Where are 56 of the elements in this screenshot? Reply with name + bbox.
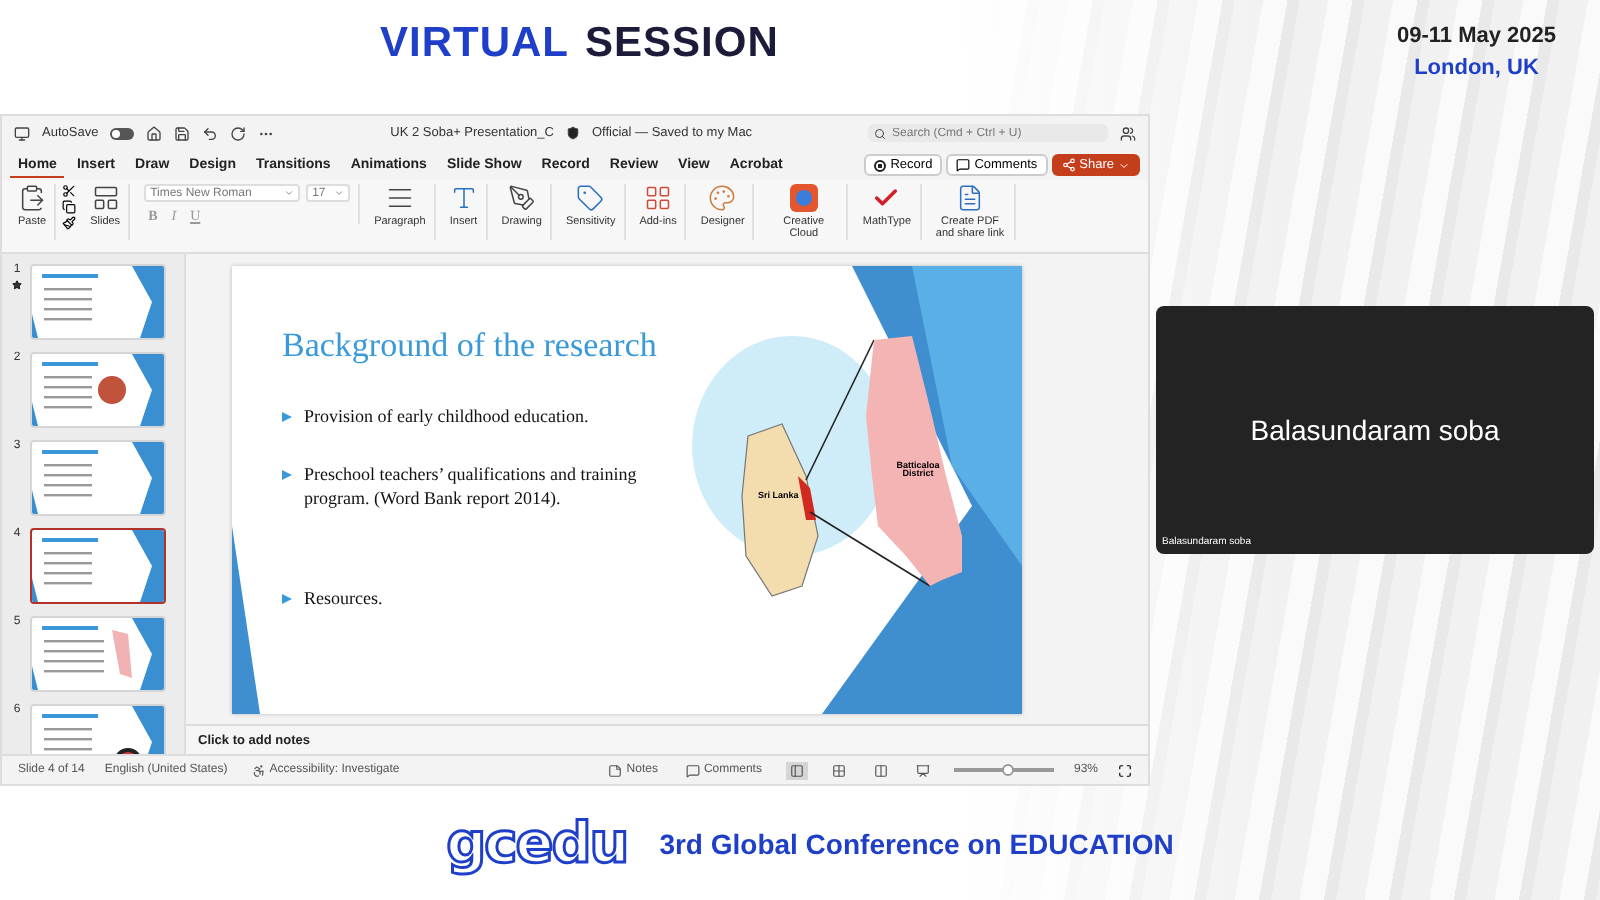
bullet-text: Preschool teachers’ qualifications and training program. (Word Bank report 2014). bbox=[304, 464, 639, 512]
session-title: VIRTUAL bbox=[380, 20, 569, 68]
comment-icon bbox=[956, 158, 971, 172]
slide-thumbnail-drawing bbox=[32, 442, 164, 514]
people-icon[interactable] bbox=[1120, 125, 1137, 141]
text-box-icon bbox=[449, 184, 478, 212]
fullscreen-icon[interactable] bbox=[1118, 763, 1132, 777]
bullet-icon bbox=[282, 593, 292, 604]
undo-icon[interactable] bbox=[202, 125, 219, 141]
format-painter-icon[interactable] bbox=[62, 216, 77, 230]
share-icon bbox=[1061, 158, 1076, 172]
logo-text: gcedu bbox=[446, 810, 628, 876]
shield-icon bbox=[565, 126, 580, 140]
home-icon[interactable] bbox=[146, 125, 163, 141]
save-icon[interactable] bbox=[174, 125, 191, 141]
caret-icon bbox=[334, 188, 345, 198]
caret-icon bbox=[284, 188, 295, 198]
autosave-toggle[interactable] bbox=[110, 127, 135, 139]
pen-icon bbox=[507, 184, 536, 212]
palette-icon bbox=[708, 184, 737, 212]
copy-icon[interactable] bbox=[62, 200, 77, 214]
slide-thumbnail-drawing bbox=[32, 354, 164, 426]
creative-cloud-icon bbox=[789, 184, 818, 212]
cut-icon[interactable] bbox=[62, 184, 77, 198]
slide-thumbnail[interactable] bbox=[30, 528, 166, 604]
slide-thumbnail-drawing bbox=[32, 530, 164, 602]
star-icon bbox=[12, 280, 22, 290]
session-title: SESSION bbox=[585, 20, 779, 68]
bullet-text: Resources. bbox=[304, 587, 383, 611]
reading-view-button[interactable] bbox=[869, 761, 892, 779]
slide-thumbnail-drawing bbox=[32, 618, 164, 690]
participant-name: Balasundaram soba bbox=[1250, 414, 1500, 446]
conference-name: 3rd Global Conference on EDUCATION bbox=[659, 827, 1174, 859]
check-icon bbox=[872, 184, 901, 212]
slide-thumbnail-drawing bbox=[32, 266, 164, 338]
bullet-text: Provision of early childhood education. bbox=[304, 405, 589, 429]
slideshow-button[interactable] bbox=[911, 761, 934, 779]
grid-view-button[interactable] bbox=[827, 761, 850, 779]
note-icon bbox=[608, 763, 623, 777]
slide-title: Background of the research bbox=[282, 325, 659, 365]
redo-icon[interactable] bbox=[230, 125, 247, 141]
paste-icon bbox=[18, 184, 47, 212]
accessibility-icon bbox=[251, 763, 266, 777]
event-location: London, UK bbox=[1414, 56, 1539, 80]
event-date: 09-11 May 2025 bbox=[1396, 24, 1556, 48]
comment-icon bbox=[685, 763, 700, 777]
slide-layout-icon bbox=[91, 184, 120, 212]
pdf-icon bbox=[956, 184, 985, 212]
bullet-icon bbox=[282, 411, 292, 421]
monitor-icon[interactable] bbox=[14, 125, 30, 141]
paragraph-icon bbox=[385, 184, 414, 212]
bullet-icon bbox=[282, 470, 292, 481]
caret-icon bbox=[1118, 159, 1130, 171]
tag-icon bbox=[576, 184, 605, 212]
grid-icon bbox=[644, 184, 673, 212]
normal-view-button[interactable] bbox=[785, 761, 808, 779]
